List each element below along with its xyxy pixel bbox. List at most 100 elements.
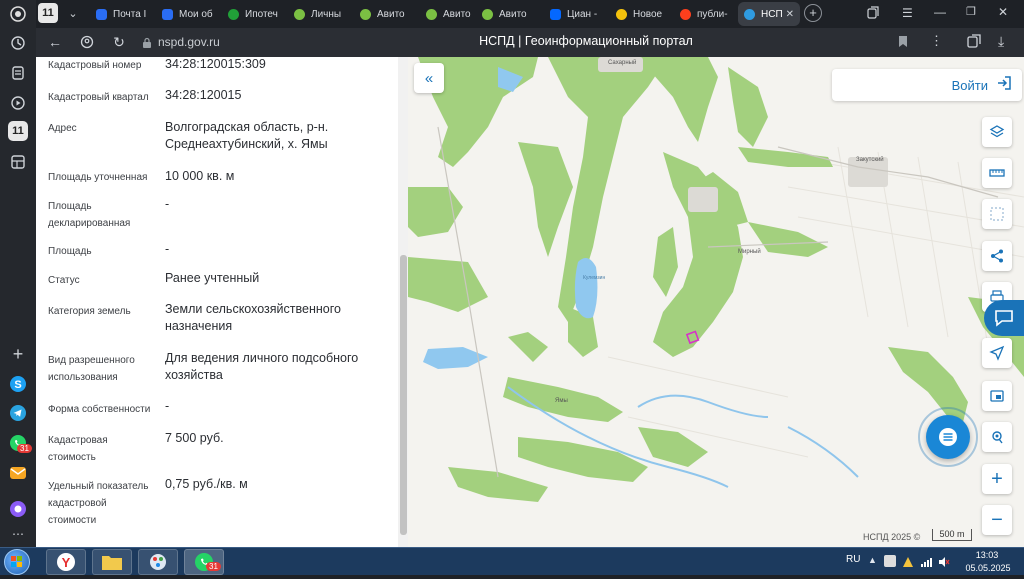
taskbar-paint[interactable] bbox=[138, 549, 178, 575]
tabs-list-icon[interactable] bbox=[866, 6, 880, 20]
feedback-tab[interactable] bbox=[984, 300, 1024, 336]
mail-sidebar-icon[interactable] bbox=[6, 461, 30, 485]
workspace-badge[interactable]: 11 bbox=[8, 121, 28, 141]
object-info-panel: Кадастровый номер 34:28:120015:309 Кадас… bbox=[36, 57, 398, 547]
more-icon[interactable]: ⋯ bbox=[6, 522, 30, 546]
restore-window-button[interactable]: ❐ bbox=[966, 5, 976, 18]
login-button[interactable]: Войти bbox=[832, 69, 1022, 101]
back-icon[interactable]: ← bbox=[46, 33, 64, 51]
reload-icon[interactable]: ↻ bbox=[110, 33, 128, 51]
ruler-button[interactable] bbox=[982, 158, 1012, 188]
map-place-label: Мирный bbox=[738, 249, 761, 255]
tab-mortgage[interactable]: Ипотеч bbox=[222, 2, 284, 26]
clock-date[interactable]: 05.05.2025 bbox=[958, 563, 1018, 573]
tab-avito-2[interactable]: Авито bbox=[420, 2, 482, 26]
area-select-button[interactable] bbox=[982, 199, 1012, 229]
extensions-icon[interactable] bbox=[966, 34, 982, 50]
zoom-in-button[interactable]: + bbox=[982, 464, 1012, 494]
svg-text:Y: Y bbox=[62, 555, 71, 570]
menu-icon[interactable]: ☰ bbox=[902, 6, 916, 20]
share-button[interactable] bbox=[982, 241, 1012, 271]
map-place-label: Сахарный bbox=[608, 60, 637, 66]
tab-cian[interactable]: Циан - bbox=[544, 2, 606, 26]
yandex-browser-icon: Y bbox=[57, 553, 75, 571]
taskbar-explorer[interactable] bbox=[92, 549, 132, 575]
collections-icon[interactable] bbox=[6, 61, 30, 85]
workspace-tab-badge[interactable]: 11 bbox=[38, 3, 58, 23]
mail-icon bbox=[96, 8, 107, 20]
start-button[interactable] bbox=[4, 549, 30, 575]
video-icon[interactable] bbox=[6, 91, 30, 115]
url-text[interactable]: nspd.gov.ru bbox=[158, 35, 220, 49]
map-place-label: Кулемзин bbox=[583, 275, 606, 281]
layers-button[interactable] bbox=[982, 117, 1012, 147]
browser-logo-icon[interactable] bbox=[6, 2, 30, 26]
minimap-icon bbox=[990, 390, 1004, 402]
share-icon bbox=[991, 249, 1003, 263]
info-value[interactable]: 34:28:120015:309 bbox=[165, 57, 395, 73]
web-content: Кадастровый номер 34:28:120015:309 Кадас… bbox=[36, 57, 1024, 547]
app-grid-icon[interactable] bbox=[6, 150, 30, 174]
info-value: - bbox=[165, 399, 170, 413]
info-label: Кадастровый номер bbox=[48, 60, 142, 71]
location-pin-icon bbox=[992, 431, 1003, 444]
skype-icon[interactable]: S bbox=[6, 372, 30, 396]
paint-icon bbox=[150, 554, 166, 570]
action-center-icon[interactable] bbox=[902, 555, 914, 567]
minimap-button[interactable] bbox=[982, 381, 1012, 411]
navigate-button[interactable] bbox=[982, 338, 1012, 368]
info-label: Площадь уточненная bbox=[48, 172, 148, 183]
tab-mail[interactable]: Почта I bbox=[90, 2, 152, 26]
tab-new[interactable]: Новое bbox=[610, 2, 672, 26]
map-view[interactable]: Сахарный Закутский Ямы Мирный Кулемзин «… bbox=[408, 57, 1024, 547]
tab-mail-2[interactable]: Мои об bbox=[156, 2, 218, 26]
tray-app-icon[interactable] bbox=[884, 555, 896, 567]
close-tab-icon[interactable]: ✕ bbox=[786, 9, 794, 20]
protect-icon[interactable] bbox=[78, 33, 96, 51]
tab-avito-3[interactable]: Авито bbox=[476, 2, 538, 26]
info-value[interactable]: 34:28:120015 bbox=[165, 87, 395, 104]
panel-scrollbar-thumb[interactable] bbox=[400, 255, 407, 535]
map-canvas[interactable] bbox=[408, 57, 1024, 547]
language-indicator[interactable]: RU bbox=[846, 554, 860, 565]
tab-avito-1[interactable]: Авито bbox=[354, 2, 416, 26]
tab-avito-personal[interactable]: Личны bbox=[288, 2, 350, 26]
info-label: Кадастровый квартал bbox=[48, 92, 149, 103]
map-place-label: Ямы bbox=[555, 398, 568, 404]
menu-fab-button[interactable] bbox=[926, 415, 970, 459]
network-icon[interactable] bbox=[920, 555, 932, 567]
info-label: Форма собственности bbox=[48, 404, 151, 415]
tray-expand-icon[interactable]: ▲ bbox=[868, 555, 877, 565]
mail-icon bbox=[162, 8, 173, 20]
map-place-label: Закутский bbox=[856, 157, 884, 163]
new-tab-button[interactable]: + bbox=[804, 4, 822, 22]
page-title: НСПД | Геоинформационный портал bbox=[479, 34, 693, 48]
ruler-icon bbox=[989, 169, 1005, 177]
menu-lines-icon bbox=[939, 428, 957, 446]
close-window-button[interactable]: ✕ bbox=[998, 5, 1008, 19]
info-label: Удельный показатель кадастровой стоимост… bbox=[48, 481, 149, 526]
alice-icon[interactable] bbox=[6, 497, 30, 521]
info-value: Для ведения личного подсобного хозяйства bbox=[165, 351, 359, 382]
chevron-down-icon[interactable]: ⌄ bbox=[63, 3, 83, 23]
download-icon[interactable]: ⤓ bbox=[998, 33, 1004, 50]
locate-button[interactable] bbox=[982, 422, 1012, 452]
minimize-window-button[interactable]: — bbox=[934, 5, 946, 19]
tab-publications[interactable]: публи- bbox=[674, 2, 734, 26]
tab-nspd[interactable]: НСП ✕ bbox=[738, 2, 800, 26]
info-label: Площадь bbox=[48, 246, 92, 257]
add-panel-icon[interactable]: + bbox=[6, 342, 30, 366]
svg-text:S: S bbox=[14, 379, 21, 391]
area-select-icon bbox=[990, 207, 1004, 221]
lock-icon[interactable] bbox=[142, 36, 152, 48]
bookmark-icon[interactable] bbox=[898, 35, 908, 48]
page-menu-icon[interactable]: ⋮ bbox=[930, 33, 943, 49]
clock-time[interactable]: 13:03 bbox=[962, 550, 1012, 560]
history-icon[interactable] bbox=[6, 31, 30, 55]
info-value: 7 500 руб. bbox=[165, 431, 224, 445]
taskbar-yandex-browser[interactable]: Y bbox=[46, 549, 86, 575]
telegram-icon[interactable] bbox=[6, 401, 30, 425]
volume-muted-icon[interactable] bbox=[938, 555, 950, 567]
zoom-out-button[interactable]: − bbox=[982, 505, 1012, 535]
collapse-panel-button[interactable]: « bbox=[414, 63, 444, 93]
